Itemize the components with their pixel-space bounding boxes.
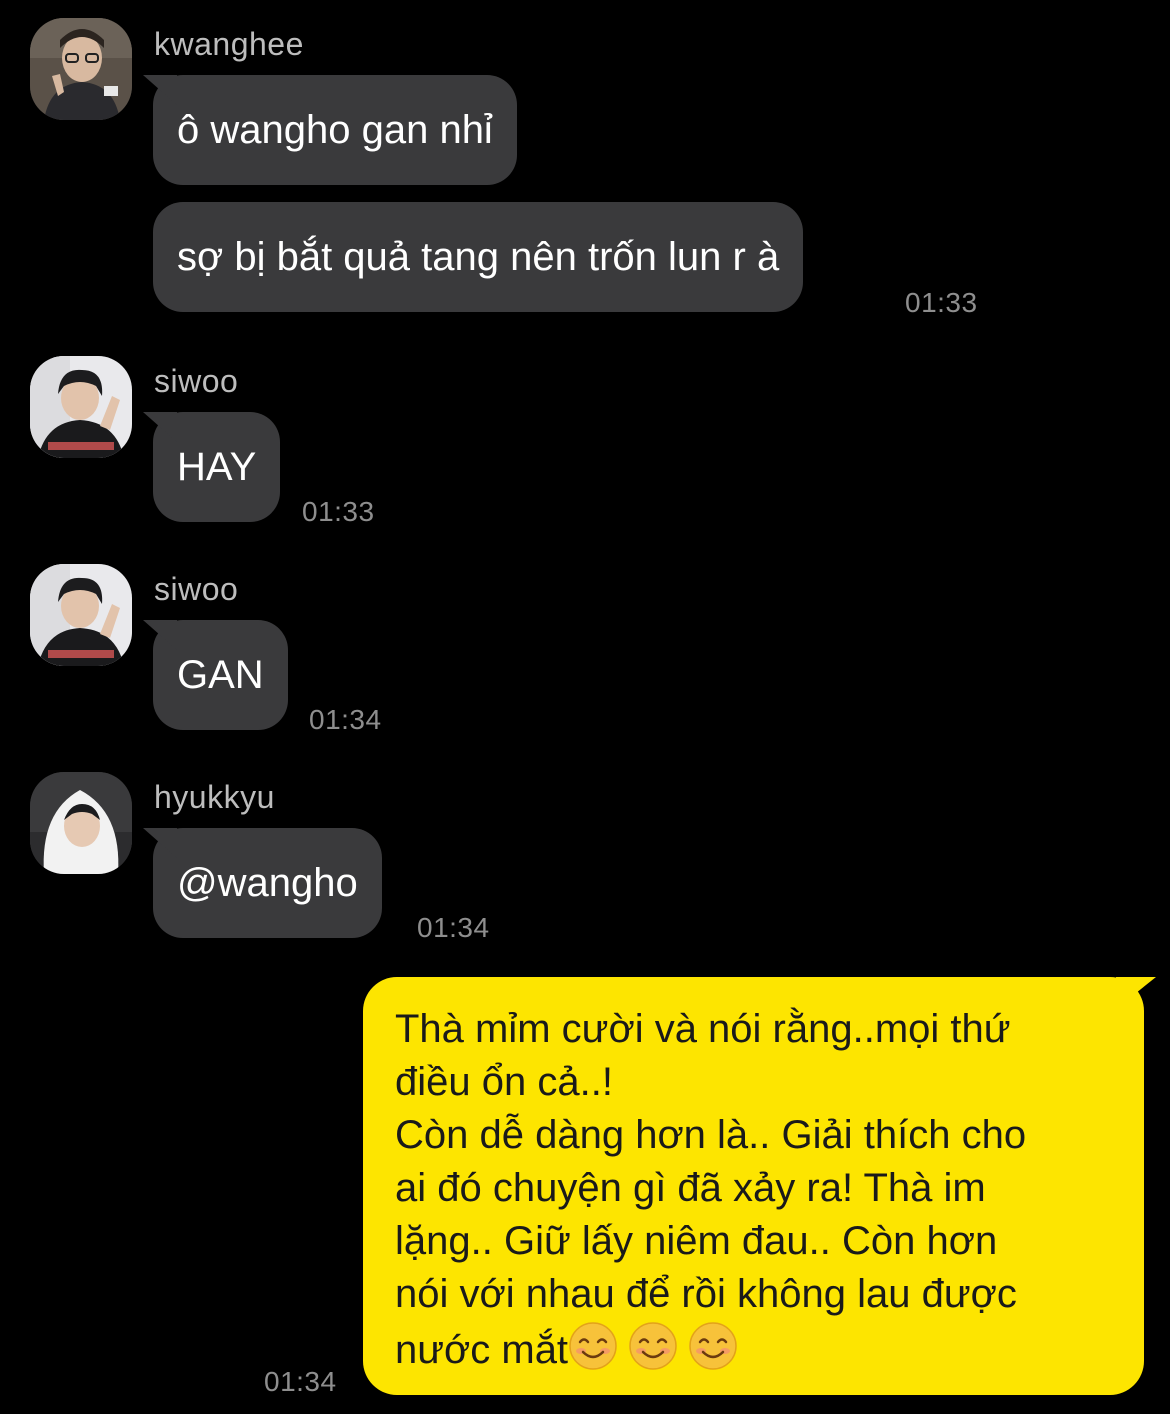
message-timestamp: 01:34 (309, 704, 382, 735)
message-timestamp: 01:33 (905, 287, 978, 318)
smiling-face-emoji-icon (569, 1322, 617, 1370)
message-line-text: nước mắt (395, 1328, 569, 1372)
message-line-last: nước mắt (395, 1321, 1124, 1377)
message-line: ai đó chuyện gì đã xảy ra! Thà im (395, 1166, 986, 1210)
message-timestamp: 01:33 (302, 496, 375, 527)
message-bubble[interactable]: ô wangho gan nhỉ (153, 75, 517, 185)
message-bubble[interactable]: @wangho (153, 828, 382, 938)
message-timestamp: 01:34 (417, 912, 490, 943)
smiling-face-emoji-icon (689, 1322, 737, 1370)
avatar-siwoo[interactable] (30, 356, 132, 458)
outgoing-message-bubble[interactable]: Thà mỉm cười và nói rằng..mọi thứ điều ổ… (363, 977, 1144, 1395)
message-line: Còn dễ dàng hơn là.. Giải thích cho (395, 1113, 1027, 1157)
message-line: lặng.. Giữ lấy niêm đau.. Còn hơn (395, 1219, 998, 1263)
sender-name: hyukkyu (154, 779, 275, 815)
message-timestamp: 01:34 (264, 1366, 337, 1397)
avatar-hyukkyu[interactable] (30, 772, 132, 874)
avatar-kwanghee[interactable] (30, 18, 132, 120)
message-bubble[interactable]: HAY (153, 412, 281, 522)
message-line: nói với nhau để rồi không lau được (395, 1272, 1017, 1316)
sender-name: siwoo (154, 363, 239, 399)
sender-name: kwanghee (154, 26, 304, 62)
smiling-face-emoji-icon (629, 1322, 677, 1370)
avatar-siwoo[interactable] (30, 564, 132, 666)
message-bubble[interactable]: GAN (153, 620, 288, 730)
message-line: điều ổn cả..! (395, 1060, 613, 1104)
emoji-group (568, 1322, 738, 1372)
message-line: Thà mỉm cười và nói rằng..mọi thứ (395, 1007, 1011, 1051)
sender-name: siwoo (154, 571, 239, 607)
message-bubble[interactable]: sợ bị bắt quả tang nên trốn lun r à (153, 202, 804, 312)
chat-thread[interactable]: kwanghee ô wangho gan nhỉ sợ bị bắt quả … (0, 0, 1170, 1414)
